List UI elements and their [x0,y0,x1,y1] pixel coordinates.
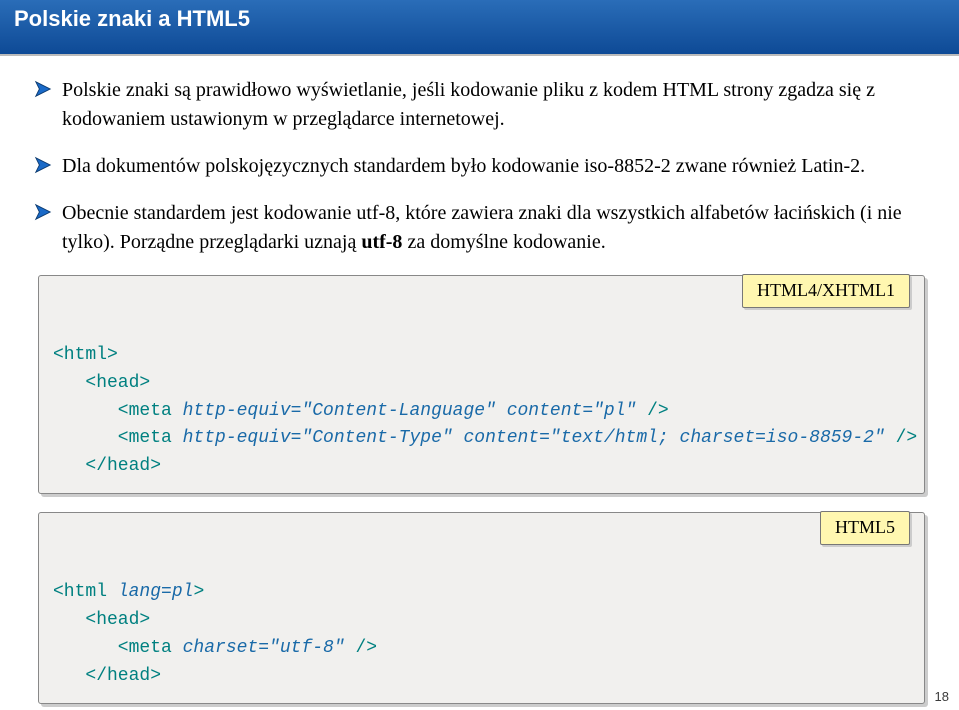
code-frag: /> [885,428,917,448]
bullet-text: Polskie znaki są prawidłowo wyświetlanie… [62,76,929,134]
bullet-item: Polskie znaki są prawidłowo wyświetlanie… [34,76,929,134]
page-number: 18 [935,689,949,704]
code-frag: content="pl" [507,401,637,421]
code-line: <head> [53,610,150,630]
code-line: <meta charset="utf-8" /> [53,638,377,658]
code-frag: <meta [53,401,183,421]
code-line: <html lang=pl> [53,582,204,602]
code-frag [453,428,464,448]
code-frag: http-equiv="Content-Language" [183,401,496,421]
code-frag: content="text/html; charset=iso-8859-2" [463,428,884,448]
code-frag: /> [345,638,377,658]
bullet-text-bold: utf-8 [361,231,402,253]
arrow-right-icon [34,156,52,174]
code-line: <meta http-equiv="Content-Type" content=… [53,428,917,448]
code-frag: http-equiv="Content-Type" [183,428,453,448]
code-frag: /> [636,401,668,421]
code-line: </head> [53,666,161,686]
arrow-right-icon [34,80,52,98]
code-frag: <meta [53,428,183,448]
code-line: <head> [53,373,150,393]
arrow-right-icon [34,203,52,221]
code-frag: > [193,582,204,602]
code-block-html5: HTML5 <html lang=pl> <head> <meta charse… [38,512,925,703]
code-frag: charset="utf-8" [183,638,345,658]
code-line: <meta http-equiv="Content-Language" cont… [53,401,669,421]
slide-title-bar: Polskie znaki a HTML5 [0,0,959,56]
code-label: HTML5 [820,511,910,545]
slide-title: Polskie znaki a HTML5 [14,6,250,31]
bullet-text: Dla dokumentów polskojęzycznych standard… [62,152,865,181]
bullet-item: Obecnie standardem jest kodowanie utf-8,… [34,199,929,257]
code-line: <html> [53,345,118,365]
code-block-html4: HTML4/XHTML1 <html> <head> <meta http-eq… [38,275,925,494]
slide: Polskie znaki a HTML5 Polskie znaki są p… [0,0,959,710]
code-frag: lang=pl [118,582,194,602]
code-frag: <meta [53,638,183,658]
code-label: HTML4/XHTML1 [742,274,910,308]
bullet-item: Dla dokumentów polskojęzycznych standard… [34,152,929,181]
bullet-text-frag: za domyślne kodowanie. [402,231,605,253]
code-line: </head> [53,456,161,476]
code-frag [496,401,507,421]
code-frag: <html [53,582,118,602]
slide-content: Polskie znaki są prawidłowo wyświetlanie… [0,56,959,704]
bullet-text: Obecnie standardem jest kodowanie utf-8,… [62,199,929,257]
